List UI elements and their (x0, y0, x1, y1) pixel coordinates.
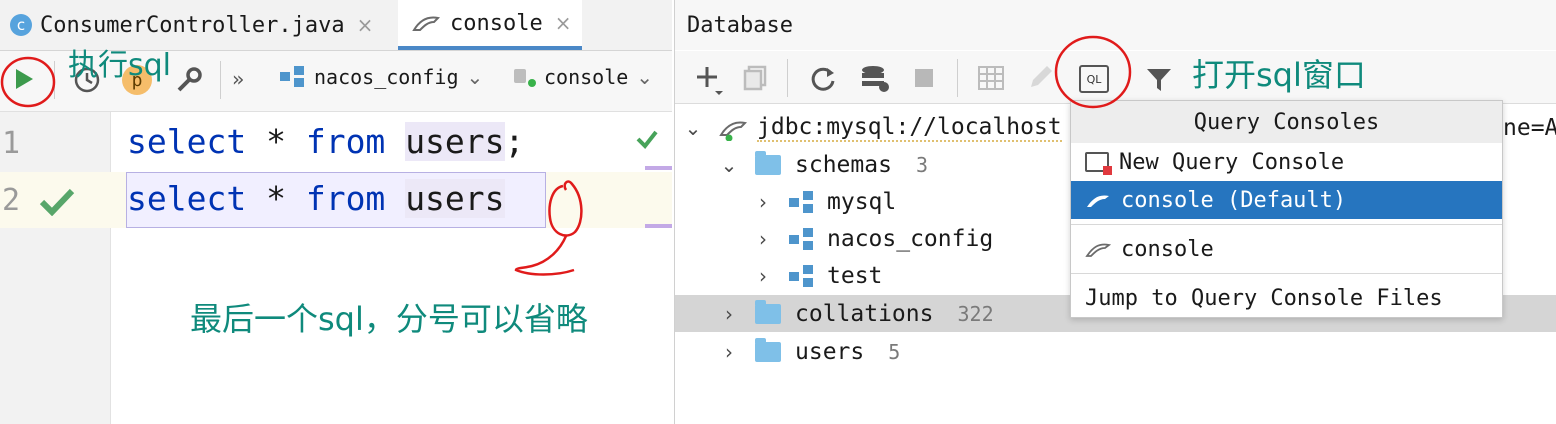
semicolon-mark (514, 180, 583, 276)
annotation-note: 最后一个sql，分号可以省略 (190, 300, 588, 338)
annotation-execute: 执行sql (68, 48, 172, 83)
open-console-circle (1054, 35, 1132, 109)
run-button-circle (0, 56, 56, 108)
annotation-open-window: 打开sql窗口 (1192, 56, 1366, 94)
